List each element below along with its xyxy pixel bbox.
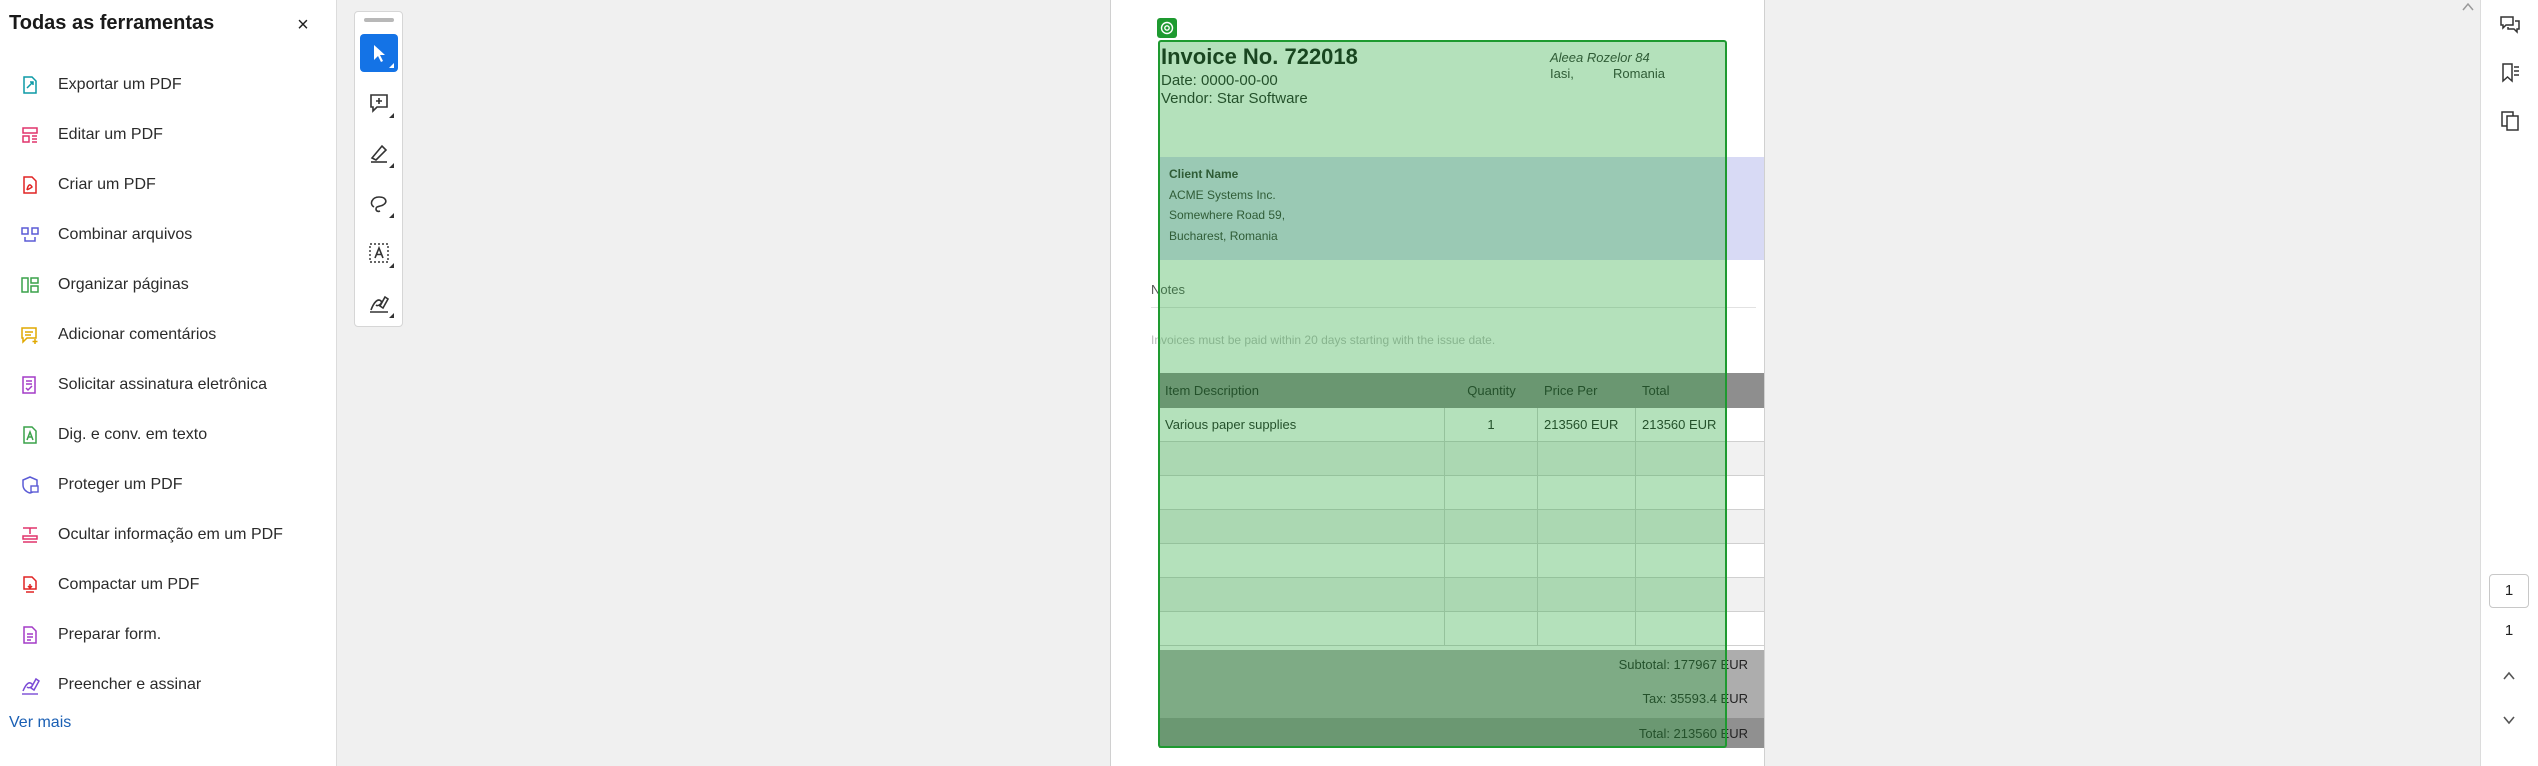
create-pdf-icon: [23, 176, 37, 194]
export-pdf-icon: [23, 76, 37, 94]
total-pages: 1: [2504, 622, 2514, 639]
prepare-form-icon: [23, 626, 37, 644]
request-signature-icon: [22, 376, 36, 394]
add-comment-tool-icon: [370, 94, 388, 113]
sign-tool-button[interactable]: [360, 284, 398, 322]
tool-item-label: Exportar um PDF: [58, 76, 182, 93]
tool-item-label: Ocultar informação em um PDF: [58, 526, 283, 543]
tool-item[interactable]: Exportar um PDF: [0, 63, 336, 107]
tool-item[interactable]: Criar um PDF: [0, 163, 336, 207]
tool-item[interactable]: Editar um PDF: [0, 113, 336, 157]
tool-item[interactable]: Dig. e conv. em texto: [0, 413, 336, 457]
tool-item-label: Preparar form.: [58, 626, 162, 643]
tool-item[interactable]: Compactar um PDF: [0, 563, 336, 607]
tool-item-label: Solicitar assinatura eletrônica: [58, 376, 267, 393]
highlight-tool-button[interactable]: [360, 134, 398, 172]
document-page: Invoice No. 722018 Date: 0000-00-00 Vend…: [1110, 0, 1765, 766]
tool-item-label: Compactar um PDF: [58, 576, 200, 593]
tool-item-label: Dig. e conv. em texto: [58, 426, 208, 443]
text-select-tool-button[interactable]: [360, 234, 398, 272]
tool-item-label: Proteger um PDF: [58, 476, 183, 493]
edit-pdf-icon: [22, 127, 38, 143]
fill-sign-icon: [22, 677, 40, 695]
select-tool-icon: [374, 45, 385, 62]
compress-pdf-icon: [23, 576, 37, 593]
tool-item-label: Combinar arquivos: [58, 226, 193, 243]
text-select-tool-icon: [369, 243, 389, 263]
selection-box[interactable]: [1158, 40, 1727, 748]
selection-handle[interactable]: [1157, 18, 1177, 38]
tool-item-label: Editar um PDF: [58, 126, 163, 143]
see-more-link[interactable]: Ver mais: [9, 714, 71, 732]
tool-item[interactable]: Proteger um PDF: [0, 463, 336, 507]
pages-icon[interactable]: [2499, 110, 2521, 132]
tool-strip: [354, 11, 403, 327]
current-page-input[interactable]: 1: [2489, 574, 2529, 608]
close-icon[interactable]: ×: [293, 15, 313, 35]
target-icon: [1160, 21, 1174, 35]
strip-drag-handle[interactable]: [364, 18, 394, 22]
tool-item-label: Organizar páginas: [58, 276, 189, 293]
sign-tool-icon: [370, 295, 390, 313]
scroll-up-arrow-icon[interactable]: [2462, 2, 2474, 12]
draw-tool-icon: [370, 196, 387, 213]
tool-item-label: Preencher e assinar: [58, 676, 202, 693]
select-tool-button[interactable]: [360, 34, 398, 72]
tool-item[interactable]: Ocultar informação em um PDF: [0, 513, 336, 557]
comments-icon[interactable]: [2499, 14, 2521, 36]
redact-icon: [22, 527, 38, 543]
add-comment-tool-button[interactable]: [360, 84, 398, 122]
tool-item[interactable]: Adicionar comentários: [0, 313, 336, 357]
scan-ocr-icon: [23, 426, 37, 444]
tool-item[interactable]: Preparar form.: [0, 613, 336, 657]
tool-item[interactable]: Preencher e assinar: [0, 663, 336, 707]
page-up-icon[interactable]: [2501, 668, 2517, 684]
tool-item[interactable]: Organizar páginas: [0, 263, 336, 307]
protect-pdf-icon: [22, 476, 39, 494]
page-down-icon[interactable]: [2501, 712, 2517, 728]
add-comment-icon: [21, 327, 38, 344]
highlight-tool-icon: [370, 144, 388, 163]
panel-title: Todas as ferramentas: [9, 12, 215, 34]
organize-pages-icon: [21, 277, 39, 293]
tool-item[interactable]: Combinar arquivos: [0, 213, 336, 257]
draw-tool-button[interactable]: [360, 184, 398, 222]
right-sidebar: 1 1: [2480, 0, 2538, 766]
bookmarks-icon[interactable]: [2499, 62, 2521, 84]
tool-item-label: Criar um PDF: [58, 176, 156, 193]
tools-panel: Todas as ferramentas × Exportar um PDF Ed…: [0, 0, 337, 766]
combine-files-icon: [21, 227, 39, 242]
tool-item[interactable]: Solicitar assinatura eletrônica: [0, 363, 336, 407]
tool-item-label: Adicionar comentários: [58, 326, 217, 343]
